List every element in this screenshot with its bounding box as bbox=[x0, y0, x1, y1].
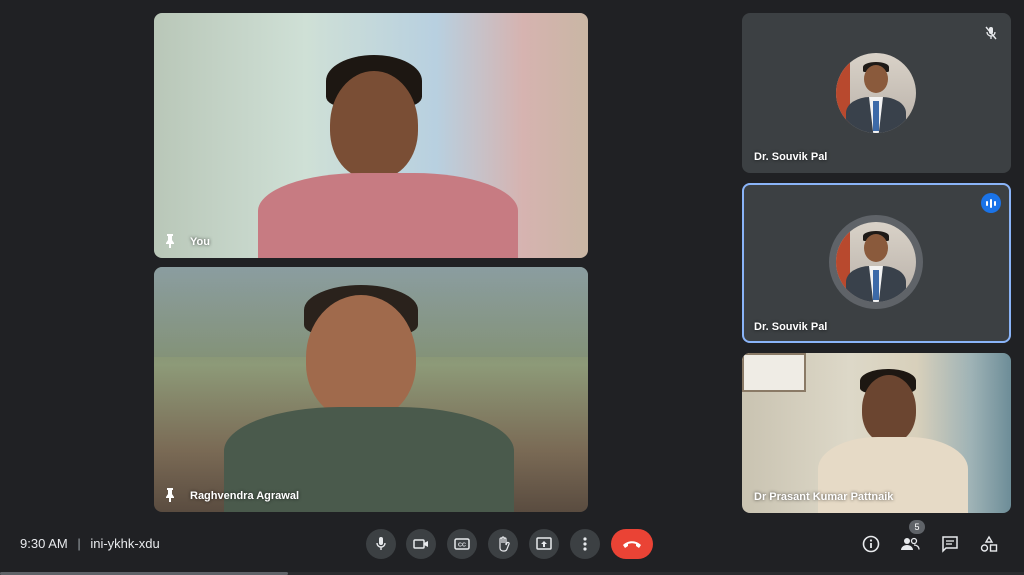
people-button[interactable] bbox=[898, 532, 922, 556]
end-call-icon bbox=[623, 541, 641, 548]
more-options-icon bbox=[583, 537, 587, 551]
camera-icon bbox=[413, 539, 428, 549]
participant-video bbox=[154, 13, 588, 258]
speaking-indicator-icon bbox=[981, 193, 1001, 213]
video-tile-souvik-pal[interactable]: Dr. Souvik Pal bbox=[742, 13, 1011, 173]
video-tile-you[interactable]: You bbox=[154, 13, 588, 258]
chat-button[interactable] bbox=[938, 532, 962, 556]
avatar bbox=[836, 53, 916, 133]
meeting-code: ini-ykhk-xdu bbox=[90, 536, 160, 551]
video-tile-raghvendra[interactable]: Raghvendra Agrawal bbox=[154, 267, 588, 512]
participant-video bbox=[154, 267, 588, 512]
participant-name: You bbox=[190, 236, 210, 248]
participant-name: Dr. Souvik Pal bbox=[754, 151, 828, 163]
captions-icon: CC bbox=[454, 538, 470, 550]
people-icon bbox=[901, 537, 920, 550]
mic-off-icon bbox=[981, 23, 1001, 43]
chat-icon bbox=[942, 536, 958, 553]
participant-name: Raghvendra Agrawal bbox=[190, 490, 300, 502]
present-icon bbox=[536, 537, 552, 550]
avatar bbox=[836, 222, 916, 302]
present-button[interactable] bbox=[529, 529, 559, 559]
captions-button[interactable]: CC bbox=[447, 529, 477, 559]
end-call-button[interactable] bbox=[611, 529, 653, 559]
participant-name: Dr. Souvik Pal bbox=[754, 321, 828, 333]
camera-button[interactable] bbox=[406, 529, 436, 559]
participant-name: Dr Prasant Kumar Pattnaik bbox=[754, 491, 894, 503]
separator: | bbox=[77, 536, 81, 551]
video-tile-souvik-pal-speaking[interactable]: Dr. Souvik Pal bbox=[742, 183, 1011, 343]
activities-button[interactable] bbox=[977, 532, 1001, 556]
info-icon bbox=[862, 535, 880, 553]
more-options-button[interactable] bbox=[570, 529, 600, 559]
meeting-info: 9:30 AM | ini-ykhk-xdu bbox=[20, 536, 160, 551]
raise-hand-icon bbox=[499, 536, 510, 552]
microphone-button[interactable] bbox=[366, 529, 396, 559]
pin-icon[interactable] bbox=[164, 234, 176, 248]
svg-text:CC: CC bbox=[458, 543, 466, 549]
video-tile-prasant[interactable]: Dr Prasant Kumar Pattnaik bbox=[742, 353, 1011, 513]
participant-video bbox=[742, 353, 1011, 513]
activities-icon bbox=[980, 535, 998, 552]
microphone-icon bbox=[376, 537, 386, 550]
raise-hand-button[interactable] bbox=[488, 529, 518, 559]
meeting-details-button[interactable] bbox=[859, 532, 883, 556]
clock-time: 9:30 AM bbox=[20, 536, 68, 551]
pin-icon[interactable] bbox=[164, 488, 176, 502]
